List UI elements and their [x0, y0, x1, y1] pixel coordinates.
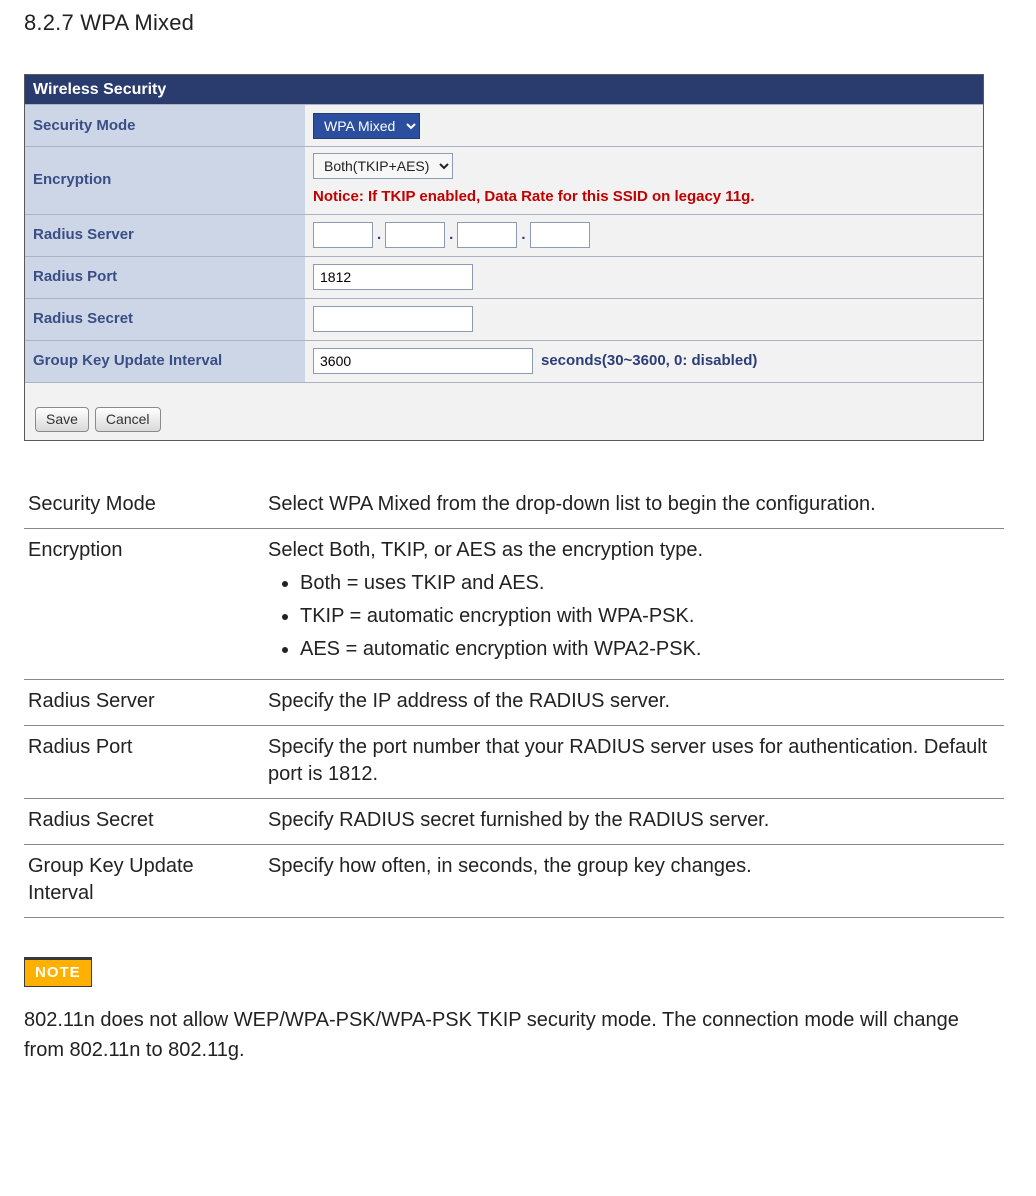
save-button[interactable]: Save: [35, 407, 89, 432]
label-radius-secret: Radius Secret: [25, 299, 305, 340]
gkui-hint: seconds(30~3600, 0: disabled): [541, 351, 757, 371]
dot-icon: .: [377, 225, 381, 245]
note-badge: NOTE: [24, 960, 92, 987]
description-row: Security ModeSelect WPA Mixed from the d…: [24, 483, 1004, 529]
description-term: Security Mode: [24, 483, 264, 529]
row-radius-port: Radius Port: [25, 256, 983, 298]
label-encryption: Encryption: [25, 147, 305, 213]
security-mode-select[interactable]: WPA Mixed: [313, 113, 420, 139]
radius-secret-input[interactable]: [313, 306, 473, 332]
description-term: Encryption: [24, 528, 264, 679]
label-gkui: Group Key Update Interval: [25, 341, 305, 382]
dot-icon: .: [449, 225, 453, 245]
label-radius-server: Radius Server: [25, 215, 305, 256]
row-radius-server: Radius Server . . .: [25, 214, 983, 256]
section-heading: 8.2.7 WPA Mixed: [24, 8, 1016, 38]
description-text: Specify the IP address of the RADIUS ser…: [264, 679, 1004, 725]
description-row: Radius PortSpecify the port number that …: [24, 725, 1004, 798]
panel-footer: Save Cancel: [25, 382, 983, 440]
field-description-table: Security ModeSelect WPA Mixed from the d…: [24, 483, 1004, 918]
note-text: 802.11n does not allow WEP/WPA-PSK/WPA-P…: [24, 1005, 1004, 1065]
encryption-select[interactable]: Both(TKIP+AES): [313, 153, 453, 179]
description-text: Select Both, TKIP, or AES as the encrypt…: [264, 528, 1004, 679]
description-row: Group Key Update IntervalSpecify how oft…: [24, 844, 1004, 917]
content-radius-port: [305, 257, 983, 298]
description-row: Radius SecretSpecify RADIUS secret furni…: [24, 798, 1004, 844]
content-encryption: Both(TKIP+AES) Notice: If TKIP enabled, …: [305, 147, 983, 213]
row-gkui: Group Key Update Interval seconds(30~360…: [25, 340, 983, 382]
radius-server-octet-2[interactable]: [385, 222, 445, 248]
radius-server-octet-4[interactable]: [530, 222, 590, 248]
row-encryption: Encryption Both(TKIP+AES) Notice: If TKI…: [25, 146, 983, 213]
dot-icon: .: [521, 225, 525, 245]
wireless-security-panel: Wireless Security Security Mode WPA Mixe…: [24, 74, 984, 441]
gkui-input[interactable]: [313, 348, 533, 374]
description-bullet: Both = uses TKIP and AES.: [300, 570, 998, 597]
description-term: Radius Secret: [24, 798, 264, 844]
description-row: EncryptionSelect Both, TKIP, or AES as t…: [24, 528, 1004, 679]
content-gkui: seconds(30~3600, 0: disabled): [305, 341, 983, 382]
description-text: Select WPA Mixed from the drop-down list…: [264, 483, 1004, 529]
row-radius-secret: Radius Secret: [25, 298, 983, 340]
description-row: Radius ServerSpecify the IP address of t…: [24, 679, 1004, 725]
label-security-mode: Security Mode: [25, 105, 305, 146]
content-security-mode: WPA Mixed: [305, 105, 983, 146]
content-radius-secret: [305, 299, 983, 340]
description-bullet: AES = automatic encryption with WPA2-PSK…: [300, 636, 998, 663]
description-term: Radius Port: [24, 725, 264, 798]
encryption-notice: Notice: If TKIP enabled, Data Rate for t…: [313, 187, 975, 207]
cancel-button[interactable]: Cancel: [95, 407, 161, 432]
radius-server-octet-3[interactable]: [457, 222, 517, 248]
description-text: Specify how often, in seconds, the group…: [264, 844, 1004, 917]
description-term: Group Key Update Interval: [24, 844, 264, 917]
description-bullets: Both = uses TKIP and AES. TKIP = automati…: [300, 570, 998, 663]
label-radius-port: Radius Port: [25, 257, 305, 298]
description-bullet: TKIP = automatic encryption with WPA-PSK…: [300, 603, 998, 630]
row-security-mode: Security Mode WPA Mixed: [25, 104, 983, 146]
content-radius-server: . . .: [305, 215, 983, 256]
description-term: Radius Server: [24, 679, 264, 725]
panel-title: Wireless Security: [25, 75, 983, 105]
description-text: Specify the port number that your RADIUS…: [264, 725, 1004, 798]
description-text: Specify RADIUS secret furnished by the R…: [264, 798, 1004, 844]
radius-server-octet-1[interactable]: [313, 222, 373, 248]
radius-port-input[interactable]: [313, 264, 473, 290]
